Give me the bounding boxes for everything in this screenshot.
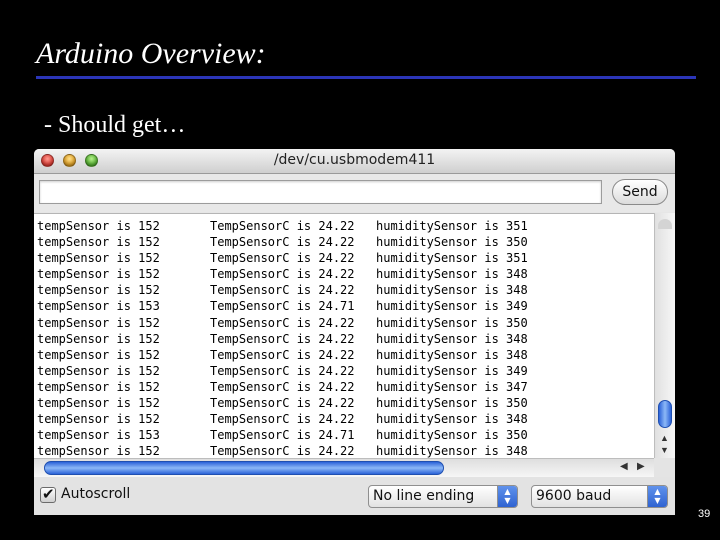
slide-bullet: - Should get… <box>44 112 186 138</box>
temp-sensor-value: tempSensor is 153 <box>37 428 160 443</box>
humidity-sensor-value: humiditySensor is 351 <box>376 251 528 266</box>
autoscroll-label: Autoscroll <box>61 486 131 502</box>
humidity-sensor-value: humiditySensor is 349 <box>376 363 528 378</box>
baud-rate-value: 9600 baud <box>536 488 612 504</box>
temp-sensor-value: tempSensor is 152 <box>37 379 160 394</box>
vertical-scroll-thumb[interactable] <box>658 400 672 428</box>
temp-sensor-c-value: TempSensorC is 24.22 <box>210 251 355 266</box>
temp-sensor-c-value: TempSensorC is 24.22 <box>210 379 355 394</box>
scrollbar-corner <box>654 458 675 477</box>
slide-title: Arduino Overview: <box>36 37 266 70</box>
updown-chevron-icon: ▲ ▼ <box>497 486 517 507</box>
humidity-sensor-value: humiditySensor is 350 <box>376 315 528 330</box>
humidity-sensor-value: humiditySensor is 348 <box>376 444 528 459</box>
temp-sensor-c-value: TempSensorC is 24.22 <box>210 444 355 459</box>
humidity-sensor-value: humiditySensor is 348 <box>376 267 528 282</box>
temp-sensor-value: tempSensor is 152 <box>37 444 160 459</box>
temp-sensor-value: tempSensor is 152 <box>37 315 160 330</box>
temp-sensor-c-value: TempSensorC is 24.22 <box>210 283 355 298</box>
line-ending-value: No line ending <box>373 488 475 504</box>
updown-chevron-icon: ▲ ▼ <box>647 486 667 507</box>
scroll-left-arrow-icon[interactable]: ◀ <box>620 461 628 472</box>
temp-sensor-c-value: TempSensorC is 24.22 <box>210 267 355 282</box>
humidity-sensor-value: humiditySensor is 350 <box>376 396 528 411</box>
title-underline <box>36 76 696 79</box>
scrollbar-top-cap <box>658 219 672 229</box>
temp-sensor-value: tempSensor is 152 <box>37 267 160 282</box>
humidity-sensor-value: humiditySensor is 348 <box>376 347 528 362</box>
humidity-sensor-value: humiditySensor is 348 <box>376 331 528 346</box>
scroll-up-arrow-icon[interactable]: ▲ <box>660 433 669 443</box>
temp-sensor-c-value: TempSensorC is 24.22 <box>210 396 355 411</box>
temp-sensor-value: tempSensor is 153 <box>37 299 160 314</box>
temp-sensor-value: tempSensor is 152 <box>37 363 160 378</box>
baud-rate-select[interactable]: 9600 baud ▲ ▼ <box>531 485 668 508</box>
autoscroll-checkbox[interactable]: ✔ <box>40 485 56 503</box>
horizontal-scroll-thumb[interactable] <box>44 461 444 475</box>
temp-sensor-value: tempSensor is 152 <box>37 331 160 346</box>
temp-sensor-c-value: TempSensorC is 24.71 <box>210 299 355 314</box>
temp-sensor-value: tempSensor is 152 <box>37 347 160 362</box>
humidity-sensor-value: humiditySensor is 347 <box>376 379 528 394</box>
checkmark-icon: ✔ <box>42 485 55 503</box>
serial-output-area[interactable]: tempSensor is 152 TempSensorC is 24.22 hum… <box>34 213 675 459</box>
monitor-footer: ✔ Autoscroll No line ending ▲ ▼ 9600 baud… <box>34 477 675 515</box>
temp-sensor-c-value: TempSensorC is 24.22 <box>210 235 355 250</box>
window-title: /dev/cu.usbmodem411 <box>273 152 436 168</box>
temp-sensor-c-value: TempSensorC is 24.71 <box>210 428 355 443</box>
humidity-sensor-value: humiditySensor is 349 <box>376 299 528 314</box>
window-titlebar[interactable]: /dev/cu.usbmodem411 <box>34 149 675 174</box>
temp-sensor-c-value: TempSensorC is 24.22 <box>210 347 355 362</box>
humidity-sensor-value: humiditySensor is 351 <box>376 219 528 233</box>
temp-sensor-c-value: TempSensorC is 24.22 <box>210 315 355 330</box>
temp-sensor-value: tempSensor is 152 <box>37 412 160 427</box>
temp-sensor-c-value: TempSensorC is 24.22 <box>210 363 355 378</box>
send-button[interactable]: Send <box>612 179 668 205</box>
temp-sensor-value: tempSensor is 152 <box>37 219 160 233</box>
serial-monitor-window: /dev/cu.usbmodem411 Send tempSensor is 1… <box>34 149 675 515</box>
send-row: Send <box>34 174 675 212</box>
vertical-scrollbar[interactable]: ▲ ▼ <box>654 213 675 458</box>
line-ending-select[interactable]: No line ending ▲ ▼ <box>368 485 518 508</box>
page-number: 39 <box>698 508 711 520</box>
temp-sensor-value: tempSensor is 152 <box>37 396 160 411</box>
temp-sensor-value: tempSensor is 152 <box>37 251 160 266</box>
temp-sensor-c-value: TempSensorC is 24.22 <box>210 219 355 233</box>
scroll-right-arrow-icon[interactable]: ▶ <box>637 461 645 472</box>
humidity-sensor-value: humiditySensor is 350 <box>376 428 528 443</box>
scroll-down-arrow-icon[interactable]: ▼ <box>660 445 669 455</box>
temp-sensor-c-value: TempSensorC is 24.22 <box>210 412 355 427</box>
humidity-sensor-value: humiditySensor is 348 <box>376 412 528 427</box>
temp-sensor-value: tempSensor is 152 <box>37 235 160 250</box>
temp-sensor-c-value: TempSensorC is 24.22 <box>210 331 355 346</box>
horizontal-scrollbar[interactable]: ◀ ▶ <box>34 458 654 477</box>
temp-sensor-value: tempSensor is 152 <box>37 283 160 298</box>
serial-send-input[interactable] <box>39 180 602 204</box>
humidity-sensor-value: humiditySensor is 350 <box>376 235 528 250</box>
humidity-sensor-value: humiditySensor is 348 <box>376 283 528 298</box>
